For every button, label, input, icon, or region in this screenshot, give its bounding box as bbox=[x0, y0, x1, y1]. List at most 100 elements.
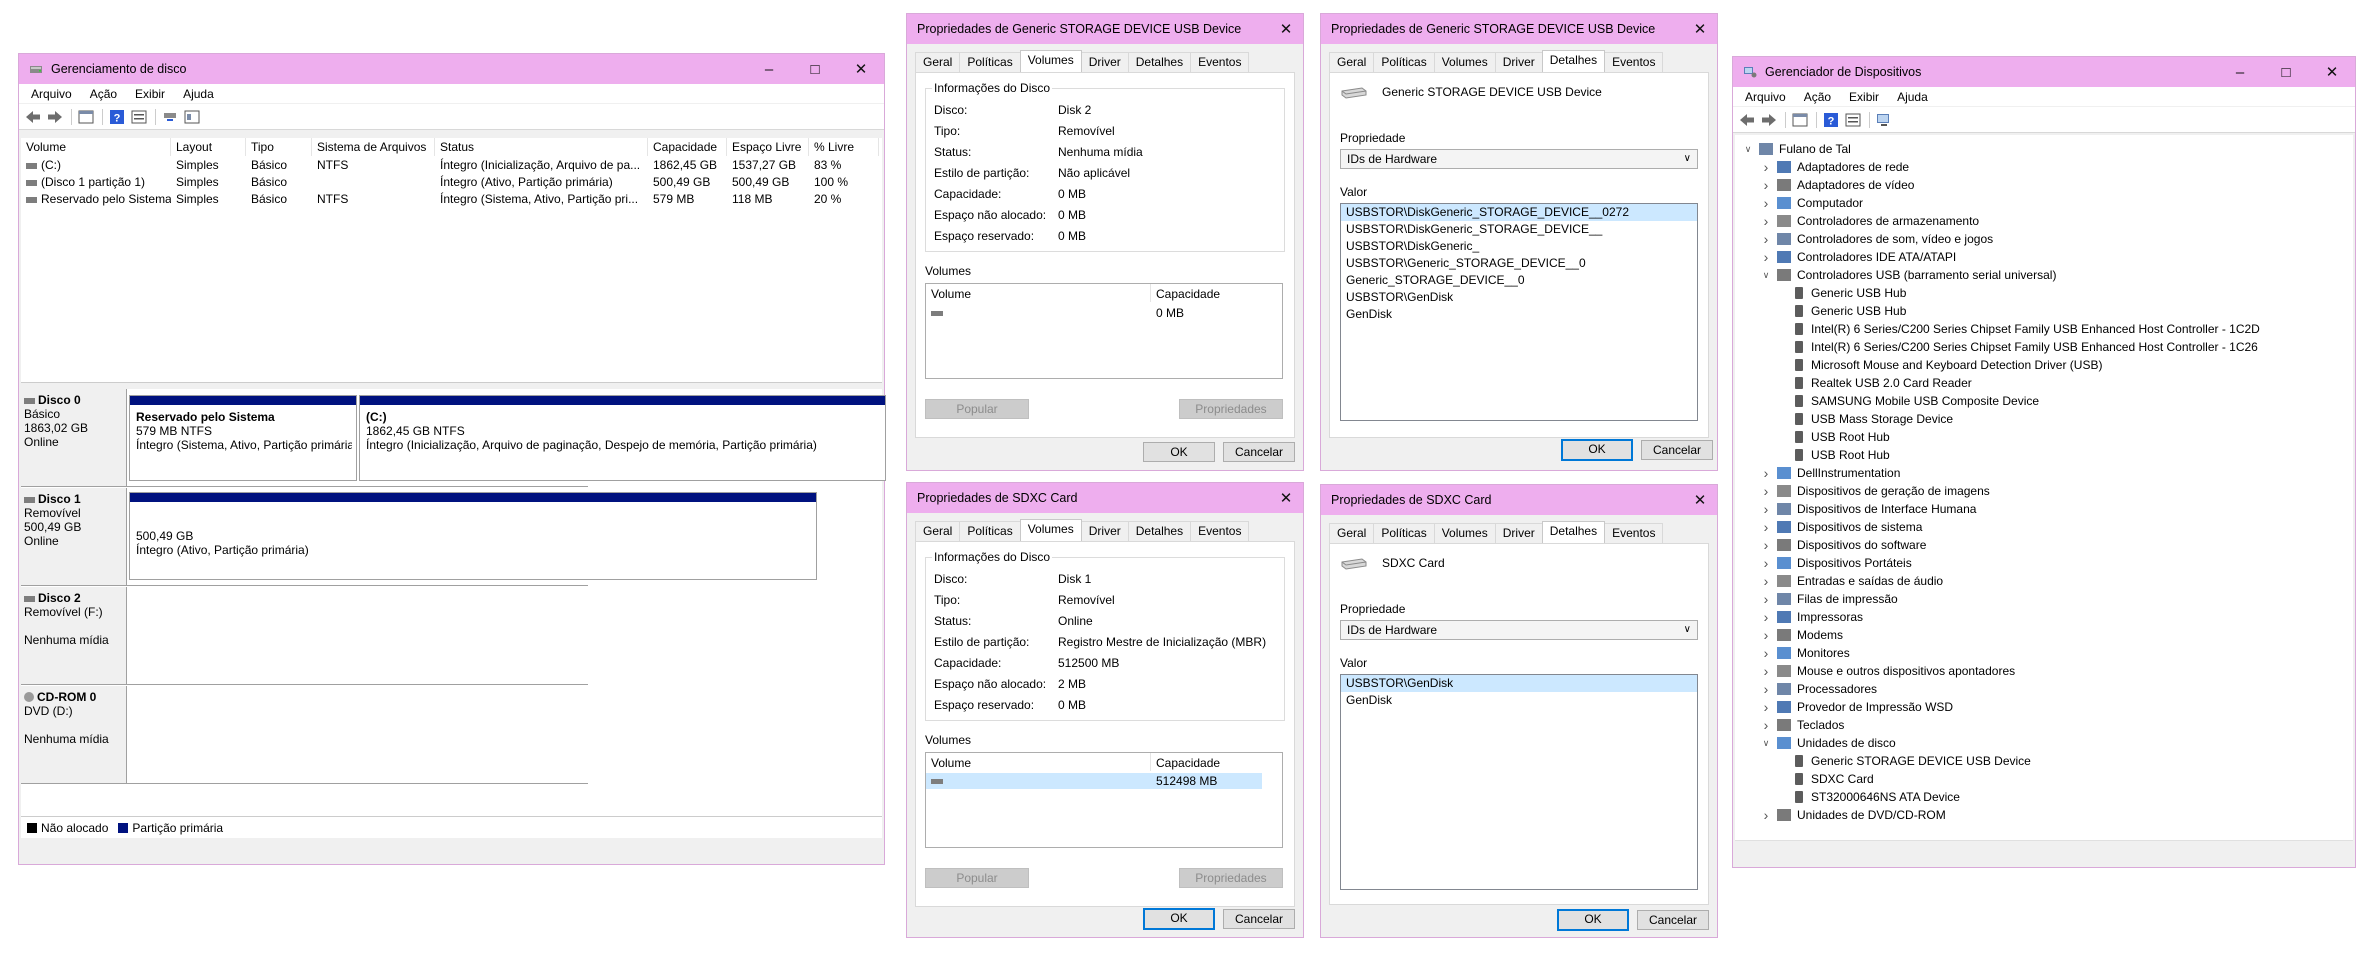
collapsed-chevron-icon[interactable]: › bbox=[1761, 554, 1771, 572]
tree-item[interactable]: ∨ Fulano de Tal bbox=[1743, 140, 1851, 158]
tree-item[interactable]: ∨ Unidades de disco bbox=[1761, 734, 1896, 752]
tree-item[interactable]: ∨ Controladores USB (barramento serial un… bbox=[1761, 266, 2057, 284]
expanded-chevron-icon[interactable]: ∨ bbox=[1761, 266, 1771, 284]
tree-item[interactable]: › Unidades de DVD/CD-ROM bbox=[1761, 806, 1946, 824]
tree-item[interactable]: › Dispositivos de sistema bbox=[1761, 518, 1923, 536]
col-capacidade[interactable]: Capacidade bbox=[648, 138, 727, 156]
col-espaco-livre[interactable]: Espaço Livre bbox=[727, 138, 809, 156]
collapsed-chevron-icon[interactable]: › bbox=[1761, 194, 1771, 212]
properties-button[interactable]: Propriedades bbox=[1179, 868, 1283, 888]
tab-volumes[interactable]: Volumes bbox=[1019, 519, 1082, 541]
volume-row[interactable]: (Disco 1 partição 1) Simples Básico Ínte… bbox=[21, 174, 882, 191]
tree-item[interactable]: › Adaptadores de rede bbox=[1761, 158, 1909, 176]
list-item[interactable]: USBSTOR\GenDisk bbox=[1341, 675, 1697, 692]
tree-item[interactable]: › DellInstrumentation bbox=[1761, 464, 1901, 482]
list-item[interactable]: GenDisk bbox=[1341, 306, 1697, 323]
tab-detalhes[interactable]: Detalhes bbox=[1541, 521, 1606, 543]
tree-item[interactable]: › Dispositivos de geração de imagens bbox=[1761, 482, 1990, 500]
menu-ajuda[interactable]: Ajuda bbox=[1891, 90, 1934, 104]
collapsed-chevron-icon[interactable]: › bbox=[1761, 248, 1771, 266]
volume-row[interactable]: (C:) Simples Básico NTFS Íntegro (Inicia… bbox=[21, 157, 882, 174]
tree-item[interactable]: › Computador bbox=[1761, 194, 1863, 212]
disk-label-1[interactable]: Disco 1 Removível 500,49 GB Online bbox=[21, 488, 127, 585]
collapsed-chevron-icon[interactable]: › bbox=[1761, 500, 1771, 518]
collapsed-chevron-icon[interactable]: › bbox=[1761, 482, 1771, 500]
tree-item[interactable]: › Provedor de Impressão WSD bbox=[1761, 698, 1953, 716]
collapsed-chevron-icon[interactable]: › bbox=[1761, 626, 1771, 644]
tree-item[interactable]: › Adaptadores de vídeo bbox=[1761, 176, 1915, 194]
property-dropdown[interactable]: IDs de Hardware ∨ bbox=[1340, 620, 1698, 640]
tree-item[interactable]: › Entradas e saídas de áudio bbox=[1761, 572, 1943, 590]
properties-icon[interactable] bbox=[131, 109, 147, 125]
collapsed-chevron-icon[interactable]: › bbox=[1761, 590, 1771, 608]
close-button[interactable]: ✕ bbox=[1683, 14, 1717, 44]
back-icon[interactable] bbox=[25, 109, 41, 125]
tree-item[interactable]: › Controladores de som, vídeo e jogos bbox=[1761, 230, 1993, 248]
collapsed-chevron-icon[interactable]: › bbox=[1761, 644, 1771, 662]
title-bar[interactable]: Propriedades de SDXC Card ✕ bbox=[1321, 485, 1717, 515]
back-icon[interactable] bbox=[1739, 112, 1755, 128]
tab-driver[interactable]: Driver bbox=[1080, 52, 1129, 72]
maximize-button[interactable]: □ bbox=[2263, 57, 2309, 87]
tree-item[interactable]: › Controladores IDE ATA/ATAPI bbox=[1761, 248, 1957, 266]
tree-item[interactable]: › Monitores bbox=[1761, 644, 1850, 662]
ok-button[interactable]: OK bbox=[1143, 908, 1215, 930]
tree-item[interactable]: › Controladores de armazenamento bbox=[1761, 212, 1979, 230]
menu-acao[interactable]: Ação bbox=[1798, 90, 1837, 104]
settings-view-icon[interactable] bbox=[184, 109, 200, 125]
title-bar[interactable]: Gerenciamento de disco – □ ✕ bbox=[19, 54, 884, 84]
partition-c[interactable]: (C:) 1862,45 GB NTFS Íntegro (Inicializa… bbox=[359, 395, 886, 481]
ok-button[interactable]: OK bbox=[1143, 442, 1215, 462]
tree-item[interactable]: › Modems bbox=[1761, 626, 1843, 644]
tree-item[interactable]: Generic STORAGE DEVICE USB Device bbox=[1779, 752, 2031, 770]
tab-eventos[interactable]: Eventos bbox=[1190, 52, 1250, 72]
col-layout[interactable]: Layout bbox=[171, 138, 246, 156]
menu-acao[interactable]: Ação bbox=[84, 87, 123, 101]
cancel-button[interactable]: Cancelar bbox=[1223, 909, 1295, 929]
title-bar[interactable]: Gerenciador de Dispositivos – □ ✕ bbox=[1733, 57, 2355, 87]
expanded-chevron-icon[interactable]: ∨ bbox=[1761, 734, 1771, 752]
title-bar[interactable]: Propriedades de SDXC Card ✕ bbox=[907, 483, 1303, 513]
volume-row[interactable]: Reservado pelo Sistema Simples Básico NT… bbox=[21, 191, 882, 208]
close-button[interactable]: ✕ bbox=[1683, 485, 1717, 515]
tree-item[interactable]: Intel(R) 6 Series/C200 Series Chipset Fa… bbox=[1779, 320, 2260, 338]
tab-volumes[interactable]: Volumes bbox=[1019, 50, 1082, 72]
cancel-button[interactable]: Cancelar bbox=[1223, 442, 1295, 462]
close-button[interactable]: ✕ bbox=[838, 54, 884, 84]
tree-item[interactable]: › Filas de impressão bbox=[1761, 590, 1898, 608]
ok-button[interactable]: OK bbox=[1561, 439, 1633, 461]
tree-item[interactable]: Generic USB Hub bbox=[1779, 284, 1906, 302]
tree-item[interactable]: › Dispositivos de Interface Humana bbox=[1761, 500, 1977, 518]
volumes-list[interactable]: Volume Capacidade 512498 MB bbox=[925, 752, 1283, 848]
col-tipo[interactable]: Tipo bbox=[246, 138, 312, 156]
tab-politicas[interactable]: Políticas bbox=[959, 521, 1021, 541]
tab-driver[interactable]: Driver bbox=[1494, 52, 1543, 72]
minimize-button[interactable]: – bbox=[746, 54, 792, 84]
tree-item[interactable]: › Dispositivos do software bbox=[1761, 536, 1927, 554]
tab-volumes[interactable]: Volumes bbox=[1433, 523, 1496, 543]
tab-politicas[interactable]: Políticas bbox=[1373, 523, 1435, 543]
tree-item[interactable]: SAMSUNG Mobile USB Composite Device bbox=[1779, 392, 2039, 410]
property-dropdown[interactable]: IDs de Hardware ∨ bbox=[1340, 149, 1698, 169]
collapsed-chevron-icon[interactable]: › bbox=[1761, 212, 1771, 230]
help-icon[interactable]: ? bbox=[1823, 112, 1839, 128]
list-item[interactable]: USBSTOR\DiskGeneric_ bbox=[1341, 238, 1697, 255]
collapsed-chevron-icon[interactable]: › bbox=[1761, 698, 1771, 716]
maximize-button[interactable]: □ bbox=[792, 54, 838, 84]
collapsed-chevron-icon[interactable]: › bbox=[1761, 662, 1771, 680]
tab-detalhes[interactable]: Detalhes bbox=[1127, 52, 1192, 72]
properties-icon[interactable] bbox=[1845, 112, 1861, 128]
tree-item[interactable]: › Dispositivos Portáteis bbox=[1761, 554, 1912, 572]
menu-arquivo[interactable]: Arquivo bbox=[1739, 90, 1792, 104]
populate-button[interactable]: Popular bbox=[925, 868, 1029, 888]
collapsed-chevron-icon[interactable]: › bbox=[1761, 230, 1771, 248]
tab-detalhes[interactable]: Detalhes bbox=[1127, 521, 1192, 541]
disk-label-2[interactable]: Disco 2 Removível (F:) Nenhuma mídia bbox=[21, 587, 127, 684]
collapsed-chevron-icon[interactable]: › bbox=[1761, 572, 1771, 590]
disk-label-cdrom[interactable]: CD-ROM 0 DVD (D:) Nenhuma mídia bbox=[21, 686, 127, 783]
close-button[interactable]: ✕ bbox=[1269, 483, 1303, 513]
collapsed-chevron-icon[interactable]: › bbox=[1761, 464, 1771, 482]
tab-eventos[interactable]: Eventos bbox=[1604, 52, 1664, 72]
tab-driver[interactable]: Driver bbox=[1080, 521, 1129, 541]
title-bar[interactable]: Propriedades de Generic STORAGE DEVICE U… bbox=[907, 14, 1303, 44]
